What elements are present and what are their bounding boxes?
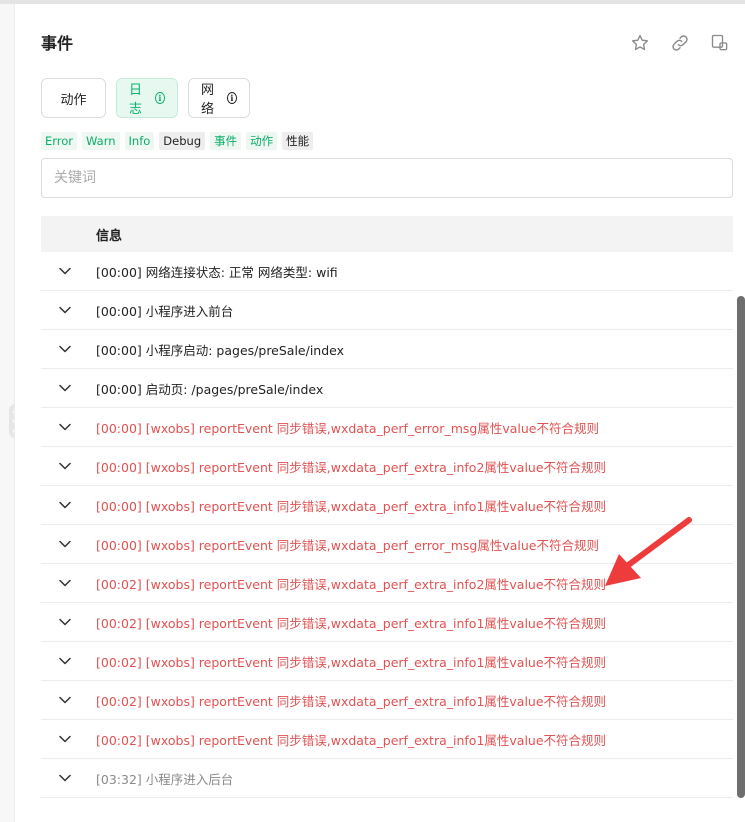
log-row[interactable]: [00:00] 网络连接状态: 正常 网络类型: wifi [41, 252, 733, 291]
tab-label: 动作 [60, 92, 87, 108]
info-icon: i [226, 92, 237, 104]
tab-label: 日志 [129, 83, 143, 117]
chevron-down-icon[interactable] [41, 486, 89, 524]
tab-actions[interactable]: 动作 [41, 78, 106, 118]
filter-event[interactable]: 事件 [210, 132, 242, 150]
log-row[interactable]: [00:00] 小程序启动: pages/preSale/index [41, 330, 733, 369]
log-message: [03:32] 小程序进入后台 [96, 771, 234, 787]
log-message: [00:02] [wxobs] reportEvent 同步错误,wxdata_… [96, 615, 607, 631]
log-table: 信息 [00:00] 网络连接状态: 正常 网络类型: wifi [00:00] … [41, 216, 733, 798]
table-body: [00:00] 网络连接状态: 正常 网络类型: wifi [00:00] 小程序… [41, 252, 733, 798]
chevron-down-icon[interactable] [41, 603, 89, 641]
tab-bar: 动作 日志 i 网络 i [41, 78, 250, 118]
info-icon: i [154, 92, 165, 104]
log-message: [00:00] 启动页: /pages/preSale/index [96, 381, 324, 397]
filter-performance[interactable]: 性能 [282, 132, 314, 150]
chevron-down-icon[interactable] [41, 369, 89, 407]
chevron-down-icon[interactable] [41, 447, 89, 485]
keyword-search-input[interactable] [41, 158, 733, 198]
chevron-down-icon[interactable] [41, 759, 89, 797]
log-row[interactable]: [00:02] [wxobs] reportEvent 同步错误,wxdata_… [41, 681, 733, 720]
chevron-down-icon[interactable] [41, 291, 89, 329]
log-message: [00:02] [wxobs] reportEvent 同步错误,wxdata_… [96, 654, 607, 670]
log-message: [00:00] 小程序进入前台 [96, 303, 234, 319]
filter-action[interactable]: 动作 [246, 132, 278, 150]
log-message: [00:00] [wxobs] reportEvent 同步错误,wxdata_… [96, 498, 607, 514]
tab-label: 网络 [201, 83, 215, 117]
link-icon[interactable] [669, 32, 691, 54]
log-row[interactable]: [00:02] [wxobs] reportEvent 同步错误,wxdata_… [41, 720, 733, 759]
log-message: [00:00] 网络连接状态: 正常 网络类型: wifi [96, 264, 338, 280]
log-row[interactable]: [00:00] [wxobs] reportEvent 同步错误,wxdata_… [41, 486, 733, 525]
log-message: [00:00] 小程序启动: pages/preSale/index [96, 342, 345, 358]
filter-info[interactable]: Info [124, 132, 155, 150]
filter-error[interactable]: Error [41, 132, 78, 150]
chevron-down-icon[interactable] [41, 525, 89, 563]
log-row[interactable]: [00:02] [wxobs] reportEvent 同步错误,wxdata_… [41, 603, 733, 642]
chevron-down-icon[interactable] [41, 564, 89, 602]
log-message: [00:00] [wxobs] reportEvent 同步错误,wxdata_… [96, 537, 599, 553]
log-row[interactable]: [00:00] [wxobs] reportEvent 同步错误,wxdata_… [41, 525, 733, 564]
star-icon[interactable] [629, 32, 651, 54]
chevron-down-icon[interactable] [41, 642, 89, 680]
log-message: [00:02] [wxobs] reportEvent 同步错误,wxdata_… [96, 576, 607, 592]
chevron-down-icon[interactable] [41, 252, 89, 290]
header-actions [629, 32, 731, 54]
log-message: [00:02] [wxobs] reportEvent 同步错误,wxdata_… [96, 693, 607, 709]
table-header: 信息 [41, 216, 733, 252]
chevron-down-icon[interactable] [41, 720, 89, 758]
log-message: [00:00] [wxobs] reportEvent 同步错误,wxdata_… [96, 459, 607, 475]
log-row[interactable]: [00:00] [wxobs] reportEvent 同步错误,wxdata_… [41, 408, 733, 447]
log-row[interactable]: [00:00] 启动页: /pages/preSale/index [41, 369, 733, 408]
log-row[interactable]: [03:32] 小程序进入后台 [41, 759, 733, 798]
log-row[interactable]: [00:00] [wxobs] reportEvent 同步错误,wxdata_… [41, 447, 733, 486]
copy-icon[interactable] [709, 32, 731, 54]
scrollbar-thumb[interactable] [737, 296, 745, 798]
column-header-info: 信息 [96, 228, 123, 244]
log-message: [00:00] [wxobs] reportEvent 同步错误,wxdata_… [96, 420, 599, 436]
filter-debug[interactable]: Debug [159, 132, 206, 150]
chevron-down-icon[interactable] [41, 681, 89, 719]
log-row[interactable]: [00:00] 小程序进入前台 [41, 291, 733, 330]
panel-title: 事件 [41, 34, 74, 53]
tab-logs[interactable]: 日志 i [116, 78, 178, 118]
chevron-down-icon[interactable] [41, 330, 89, 368]
log-row[interactable]: [00:02] [wxobs] reportEvent 同步错误,wxdata_… [41, 642, 733, 681]
log-row[interactable]: [00:02] [wxobs] reportEvent 同步错误,wxdata_… [41, 564, 733, 603]
tab-network[interactable]: 网络 i [188, 78, 250, 118]
events-panel: 事件 动作 日志 i 网络 i Error Warn Info Debug 事件… [14, 4, 745, 822]
log-level-filters: Error Warn Info Debug 事件 动作 性能 [41, 132, 314, 150]
filter-warn[interactable]: Warn [82, 132, 120, 150]
log-message: [00:02] [wxobs] reportEvent 同步错误,wxdata_… [96, 732, 607, 748]
chevron-down-icon[interactable] [41, 408, 89, 446]
